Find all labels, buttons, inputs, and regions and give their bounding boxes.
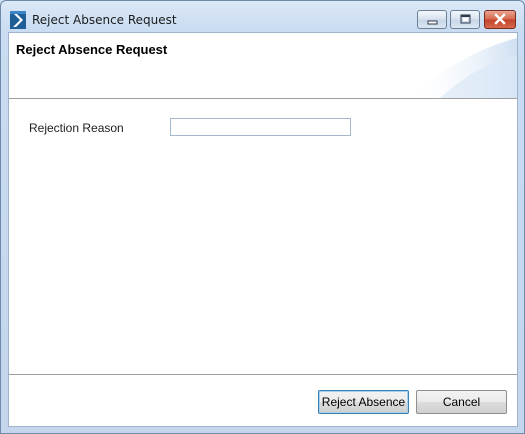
maximize-icon xyxy=(460,14,471,24)
footer-divider xyxy=(9,374,517,375)
close-button[interactable] xyxy=(484,10,516,29)
rejection-reason-label: Rejection Reason xyxy=(29,121,124,135)
maximize-button[interactable] xyxy=(450,10,480,29)
minimize-button[interactable] xyxy=(417,10,447,29)
window-title: Reject Absence Request xyxy=(32,13,177,27)
dialog-body: Reject Absence Request Rejection Reason … xyxy=(8,32,518,427)
minimize-icon xyxy=(427,20,438,25)
header-divider xyxy=(9,98,517,99)
close-icon xyxy=(494,13,506,25)
title-bar[interactable]: Reject Absence Request xyxy=(1,1,524,32)
reject-absence-button[interactable]: Reject Absence xyxy=(318,390,409,414)
rejection-reason-input[interactable] xyxy=(170,118,351,136)
dialog-window: Reject Absence Request Reject Absence Re… xyxy=(0,0,525,434)
header-banner: Reject Absence Request xyxy=(9,33,517,99)
page-title: Reject Absence Request xyxy=(16,42,168,57)
app-icon xyxy=(10,11,26,29)
cancel-button[interactable]: Cancel xyxy=(416,390,507,414)
